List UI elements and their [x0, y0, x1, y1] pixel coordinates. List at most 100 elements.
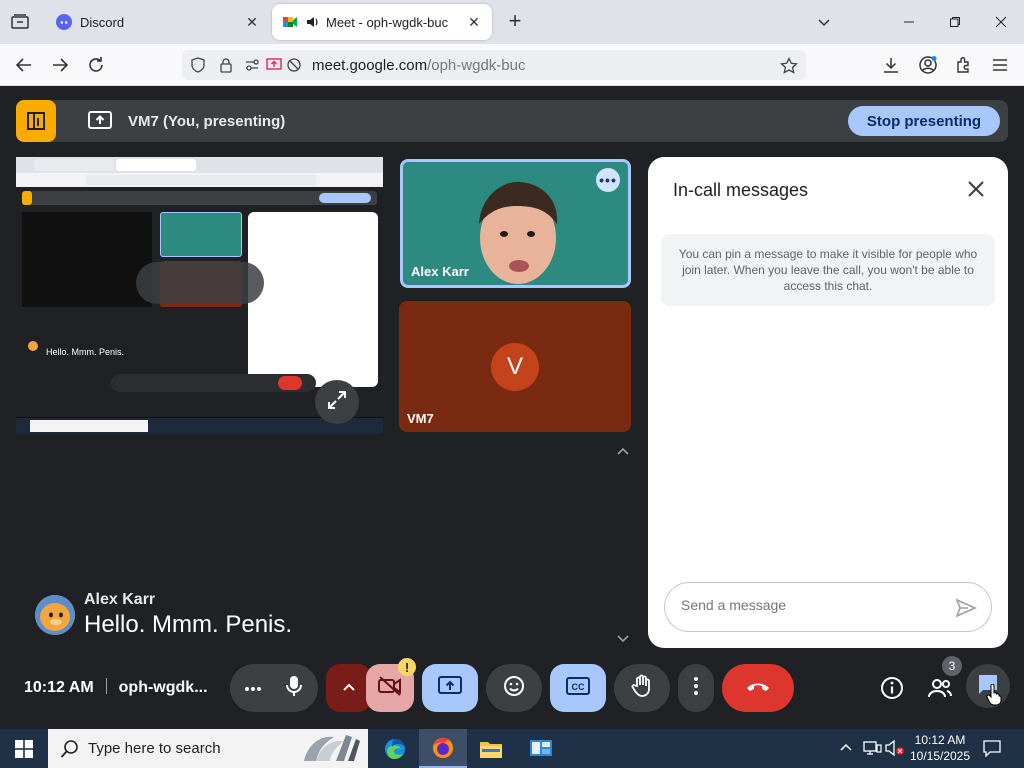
mini-caption-text: Hello. Mmm. Penis.: [46, 347, 125, 357]
close-tab-icon[interactable]: ✕: [466, 14, 482, 30]
camera-off-icon: [378, 675, 402, 701]
camera-blocked-icon[interactable]: [286, 57, 302, 73]
end-call-icon: [745, 679, 771, 697]
more-options-button[interactable]: [678, 664, 714, 712]
participant-tile-vm7[interactable]: V VM7: [399, 301, 631, 432]
presentation-logo-icon: [16, 100, 56, 142]
people-icon[interactable]: [924, 672, 956, 704]
url-path: /oph-wgdk-buc: [427, 57, 526, 74]
meet-app: VM7 (You, presenting) Stop presenting He…: [0, 86, 1024, 726]
stop-presenting-button[interactable]: Stop presenting: [848, 106, 1000, 136]
chevron-up-icon[interactable]: [838, 740, 854, 761]
maximize-icon[interactable]: [932, 0, 978, 44]
more-options-icon[interactable]: •••: [596, 168, 620, 192]
emoji-icon: [503, 675, 525, 702]
meeting-info-icon[interactable]: [876, 672, 908, 704]
meeting-details: 10:12 AM oph-wgdk...: [24, 678, 208, 697]
caption-speaker: Alex Karr: [84, 591, 156, 608]
in-call-messages-panel: In-call messages You can pin a message t…: [648, 157, 1008, 648]
captions-button[interactable]: CC: [550, 664, 606, 712]
lock-icon[interactable]: [218, 57, 234, 73]
screen-sharing-icon[interactable]: [266, 57, 282, 73]
tab-label: Discord: [80, 14, 125, 30]
chevron-down-icon[interactable]: [814, 12, 834, 32]
caption-text: Hello. Mmm. Penis.: [84, 611, 293, 638]
leave-call-button[interactable]: [722, 664, 794, 712]
search-placeholder: Type here to search: [88, 740, 221, 757]
tab-meet[interactable]: Meet - oph-wgdk-buc ✕: [272, 4, 492, 40]
tab-list-icon[interactable]: [6, 8, 34, 36]
meeting-time: 10:12 AM: [24, 679, 94, 696]
reactions-button[interactable]: [486, 664, 542, 712]
taskbar-search[interactable]: Type here to search: [48, 729, 368, 768]
firefox-icon[interactable]: [419, 729, 467, 768]
camera-warning-badge: !: [398, 658, 416, 676]
shield-icon[interactable]: [190, 57, 206, 73]
meeting-code: oph-wgdk...: [118, 679, 208, 696]
close-tab-icon[interactable]: ✕: [244, 14, 260, 30]
bookmark-star-icon[interactable]: [779, 56, 799, 74]
extensions-icon[interactable]: [951, 52, 977, 78]
audio-controls: [230, 664, 318, 712]
search-icon: [60, 739, 80, 764]
speaker-icon[interactable]: [306, 15, 320, 29]
url-host: meet.google.com: [312, 57, 428, 74]
send-icon[interactable]: [955, 597, 977, 619]
tab-label: Meet - oph-wgdk-buc: [326, 14, 449, 30]
remote-desktop-icon[interactable]: [517, 729, 565, 768]
account-icon[interactable]: [915, 52, 941, 78]
participant-tile-alex[interactable]: ••• Alex Karr: [400, 159, 631, 288]
google-meet-icon: [282, 14, 298, 30]
downloads-icon[interactable]: [878, 52, 904, 78]
panel-title: In-call messages: [673, 180, 809, 200]
participant-video: [473, 180, 563, 285]
back-icon[interactable]: [11, 52, 37, 78]
network-icon[interactable]: [862, 739, 882, 762]
chat-info-text: You can pin a message to make it visible…: [661, 234, 995, 306]
permissions-icon[interactable]: [244, 57, 260, 73]
reload-icon[interactable]: [83, 52, 109, 78]
notifications-icon[interactable]: [982, 739, 1002, 762]
divider: [105, 678, 107, 694]
browser-nav-bar: meet.google.com/oph-wgdk-buc: [0, 44, 1024, 86]
people-count-badge: 3: [942, 656, 962, 676]
fullscreen-icon: [326, 389, 348, 416]
tab-discord[interactable]: Discord ✕: [46, 4, 270, 40]
volume-muted-icon[interactable]: [884, 739, 906, 762]
close-icon[interactable]: [966, 179, 986, 199]
svg-text:CC: CC: [572, 682, 585, 692]
message-input-box[interactable]: [664, 582, 992, 632]
system-clock[interactable]: 10:12 AM 10/15/2025: [906, 732, 974, 764]
windows-start-icon[interactable]: [0, 729, 48, 768]
chevron-up-icon[interactable]: [616, 444, 630, 458]
expand-presentation-button[interactable]: [315, 380, 359, 424]
forward-icon[interactable]: [47, 52, 73, 78]
more-vertical-icon: [693, 676, 699, 701]
microphone-icon[interactable]: [284, 675, 304, 702]
discord-icon: [56, 14, 72, 30]
mini-browser-nav: [16, 173, 383, 187]
present-button[interactable]: [422, 664, 478, 712]
new-tab-icon[interactable]: +: [503, 10, 527, 34]
close-window-icon[interactable]: [978, 0, 1024, 44]
menu-icon[interactable]: [987, 52, 1013, 78]
windows-taskbar: Type here to search 10:12 AM 10/15/2025: [0, 729, 1024, 768]
avatar: [35, 595, 75, 635]
avatar: V: [491, 343, 539, 391]
raise-hand-button[interactable]: [614, 664, 670, 712]
more-audio-options-icon[interactable]: [244, 679, 262, 697]
file-explorer-icon[interactable]: [467, 729, 515, 768]
url-text[interactable]: meet.google.com/oph-wgdk-buc: [312, 57, 525, 74]
present-screen-icon: [88, 110, 112, 132]
chevron-up-icon: [342, 679, 356, 697]
message-input[interactable]: [681, 597, 941, 613]
closed-captions-icon: CC: [566, 676, 590, 700]
chevron-down-icon[interactable]: [616, 632, 630, 646]
address-bar[interactable]: meet.google.com/oph-wgdk-buc: [182, 50, 806, 80]
presenting-bar: VM7 (You, presenting) Stop presenting: [16, 100, 1008, 142]
participant-name: VM7: [407, 411, 434, 426]
mouse-cursor-icon: [986, 683, 1002, 711]
edge-browser-icon[interactable]: [371, 729, 419, 768]
minimize-icon[interactable]: [886, 0, 932, 44]
participant-name: Alex Karr: [411, 264, 469, 279]
